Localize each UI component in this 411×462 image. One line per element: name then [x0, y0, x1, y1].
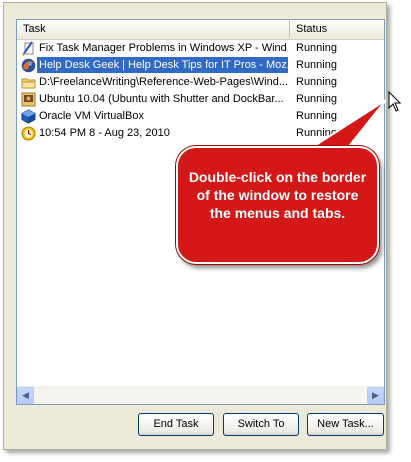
chevron-left-icon: ◀ [22, 390, 29, 400]
virtualbox-vm-icon [21, 92, 36, 107]
chevron-right-icon: ▶ [372, 390, 379, 400]
task-name: Help Desk Geek | Help Desk Tips for IT P… [37, 57, 288, 73]
column-header-status[interactable]: Status [290, 20, 370, 38]
task-name: Fix Task Manager Problems in Windows XP … [39, 42, 288, 54]
new-task-button[interactable]: New Task... [307, 413, 384, 436]
task-name: D:\FreelanceWriting\Reference-Web-Pages\… [39, 76, 288, 88]
virtualbox-icon [21, 109, 36, 124]
task-row[interactable]: Oracle VM VirtualBox Running [17, 108, 384, 125]
task-row[interactable]: Help Desk Geek | Help Desk Tips for IT P… [17, 57, 384, 74]
firefox-icon [21, 58, 36, 73]
clock-icon [21, 126, 36, 141]
folder-icon [21, 78, 36, 89]
scroll-left-button[interactable]: ◀ [17, 387, 34, 404]
scroll-right-button[interactable]: ▶ [367, 387, 384, 404]
task-row[interactable]: 10:54 PM 8 - Aug 23, 2010 Running [17, 125, 384, 142]
task-row[interactable]: Ubuntu 10.04 (Ubuntu with Shutter and Do… [17, 91, 384, 108]
task-status: Running [296, 76, 337, 88]
task-name: Ubuntu 10.04 (Ubuntu with Shutter and Do… [39, 93, 284, 105]
annotation-callout: Double-click on the border of the window… [176, 146, 379, 264]
resize-cursor-icon [388, 91, 402, 112]
horizontal-scrollbar[interactable]: ◀ ▶ [17, 386, 384, 404]
task-row[interactable]: D:\FreelanceWriting\Reference-Web-Pages\… [17, 74, 384, 91]
task-row[interactable]: Fix Task Manager Problems in Windows XP … [17, 40, 384, 57]
callout-text: Double-click on the border of the window… [188, 169, 367, 221]
document-pen-icon [22, 41, 34, 56]
task-status: Running [296, 42, 337, 54]
task-rows: Fix Task Manager Problems in Windows XP … [17, 40, 384, 142]
task-name: Oracle VM VirtualBox [39, 110, 144, 122]
task-status: Running [296, 93, 337, 105]
task-name: 10:54 PM 8 - Aug 23, 2010 [39, 127, 170, 139]
switch-to-button[interactable]: Switch To [223, 413, 299, 436]
task-list-header: Task Status [17, 20, 384, 40]
end-task-button[interactable]: End Task [138, 413, 214, 436]
task-status: Running [296, 110, 337, 122]
task-status: Running [296, 127, 337, 139]
column-header-task[interactable]: Task [17, 20, 290, 38]
task-status: Running [296, 59, 337, 71]
